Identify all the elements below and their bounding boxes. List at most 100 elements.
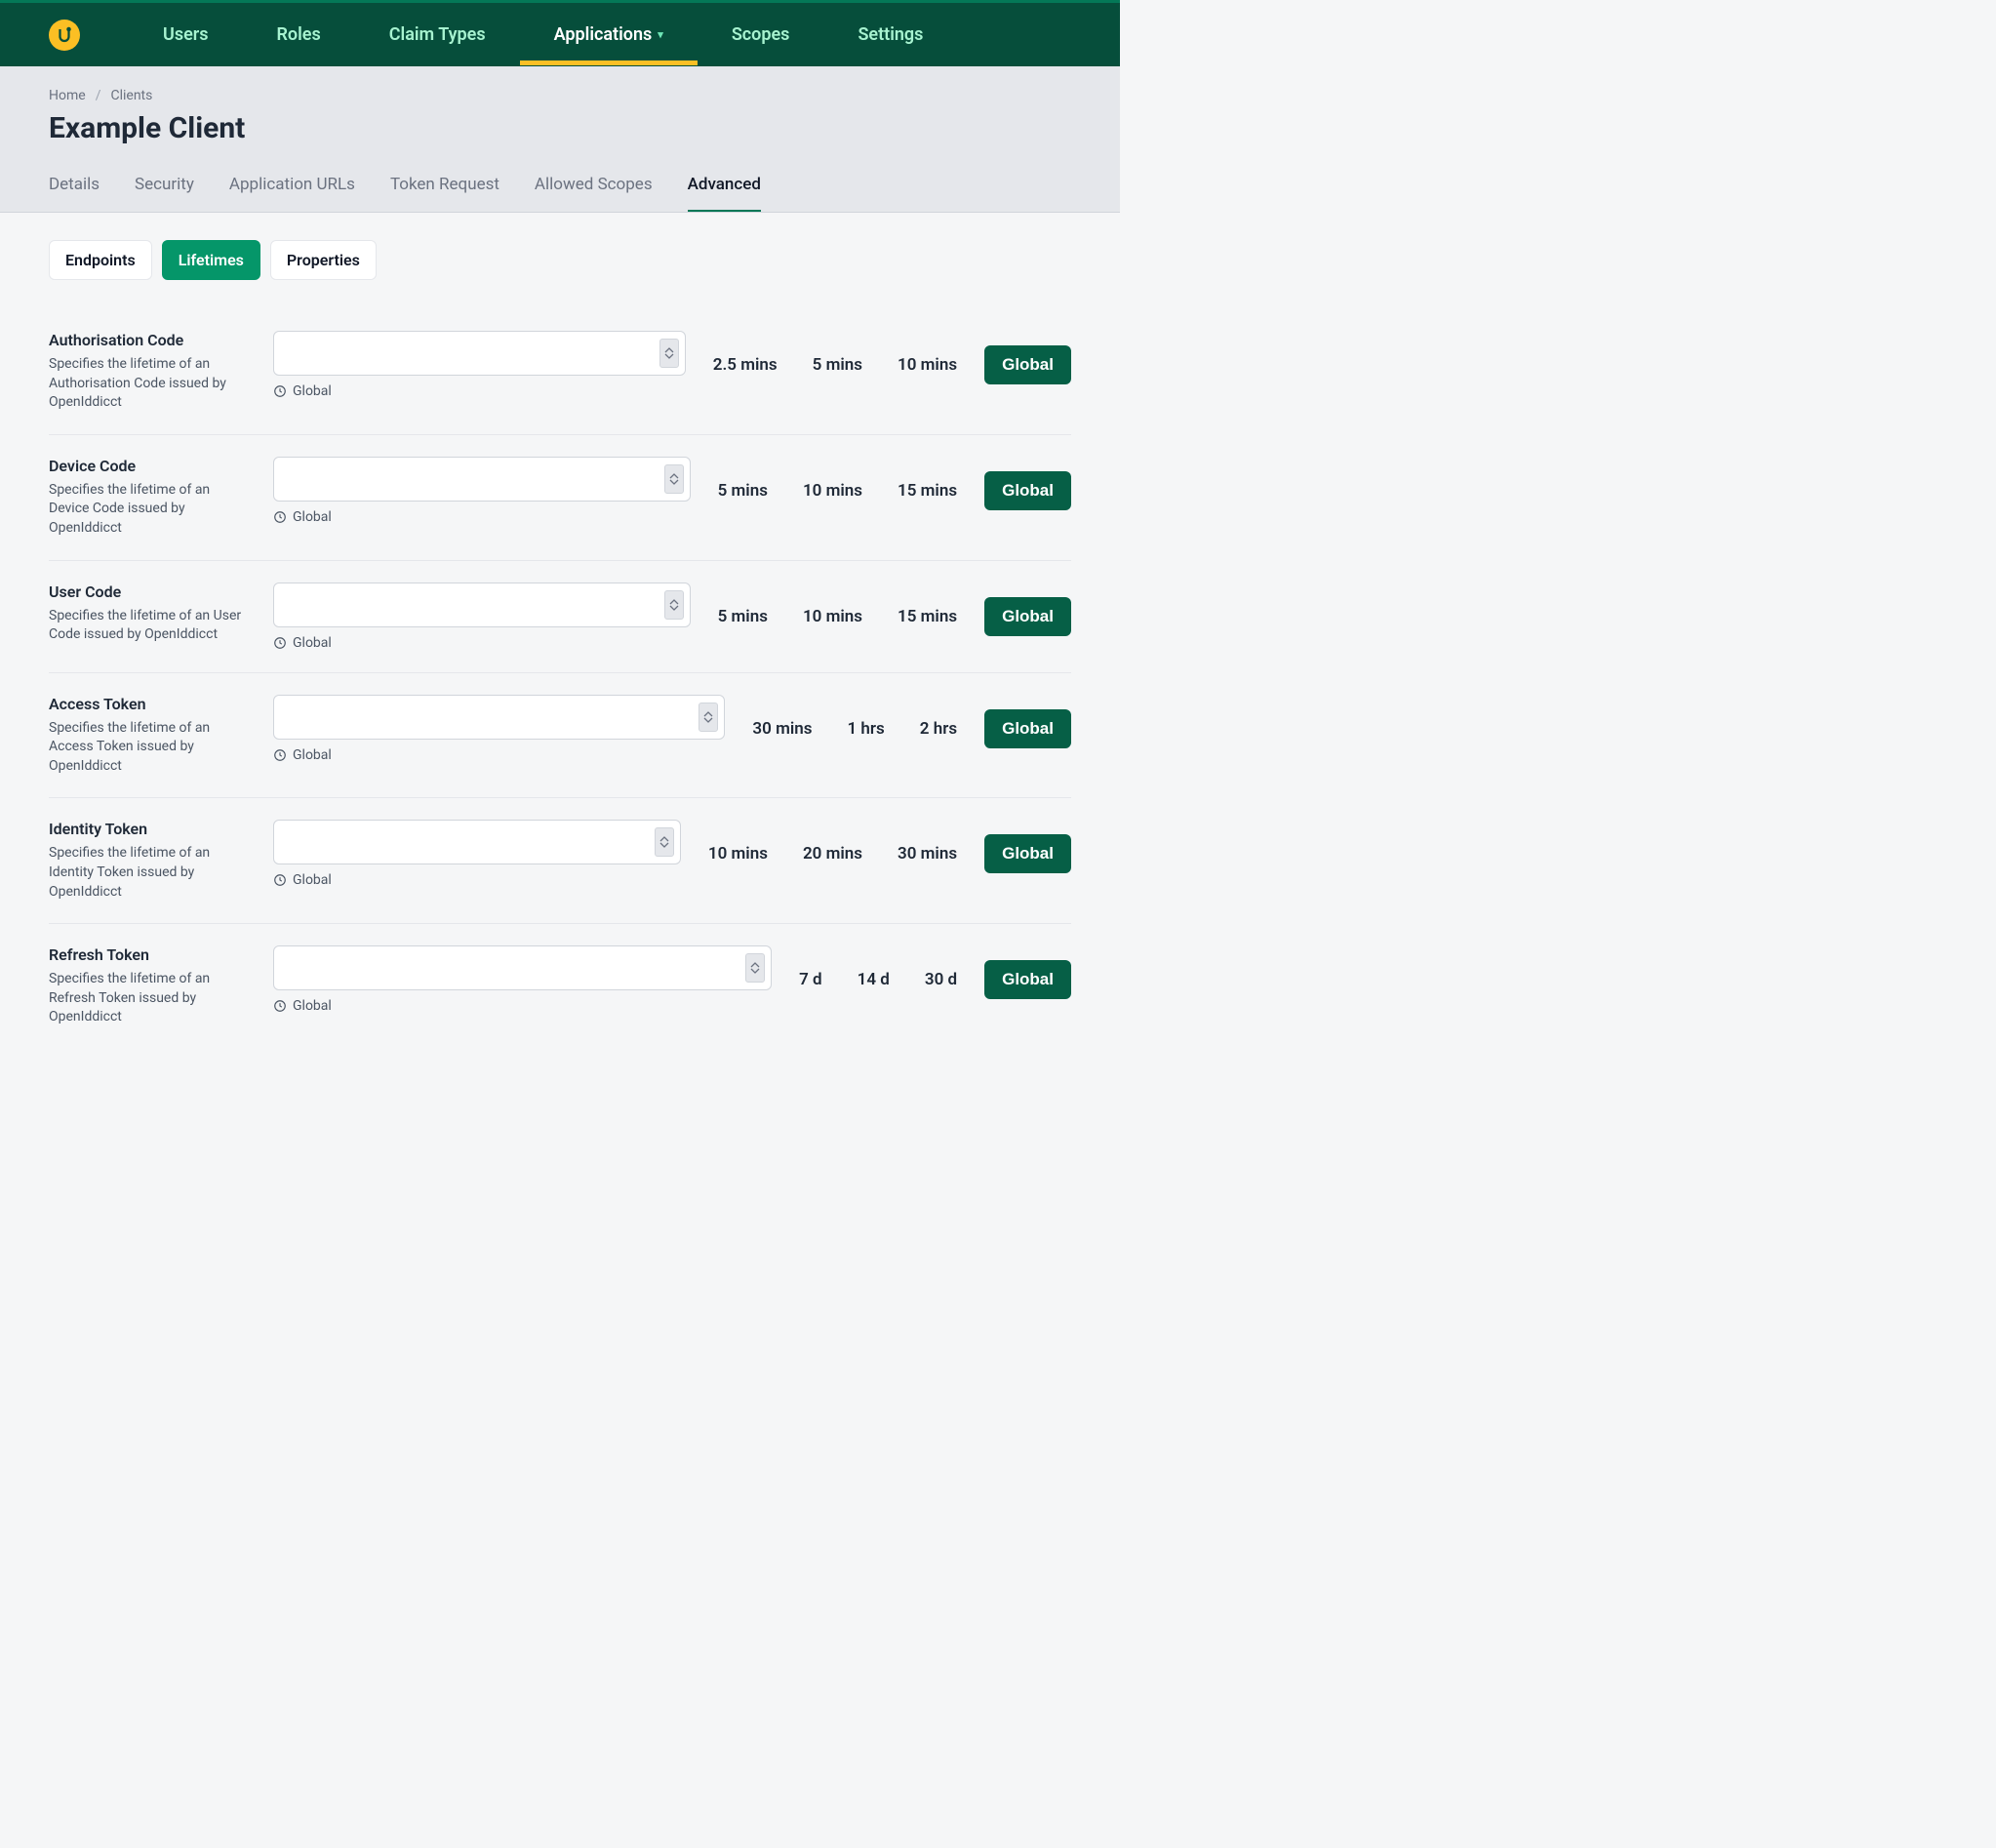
lifetime-input[interactable]: [273, 820, 681, 864]
app-logo[interactable]: [49, 20, 80, 51]
breadcrumb-clients[interactable]: Clients: [110, 88, 152, 103]
page-header: Home / Clients Example Client Details Se…: [0, 66, 1120, 213]
lifetime-row: Identity Token Specifies the lifetime of…: [49, 798, 1071, 924]
row-label: User Code Specifies the lifetime of an U…: [49, 583, 273, 645]
preset-option[interactable]: 10 mins: [795, 607, 870, 626]
preset-option[interactable]: 5 mins: [805, 355, 870, 375]
input-hint: Global: [273, 509, 691, 525]
global-button[interactable]: Global: [984, 471, 1071, 510]
logo-icon: [56, 26, 73, 44]
lifetime-input[interactable]: [273, 331, 686, 376]
lifetime-input[interactable]: [273, 695, 725, 740]
content-area: Endpoints Lifetimes Properties Authorisa…: [0, 213, 1120, 1088]
main-navbar: Users Roles Claim Types Applications ▾ S…: [0, 3, 1120, 66]
preset-option[interactable]: 5 mins: [710, 607, 776, 626]
preset-option[interactable]: 15 mins: [890, 607, 965, 626]
nav-applications[interactable]: Applications ▾: [520, 4, 698, 65]
global-button[interactable]: Global: [984, 345, 1071, 384]
preset-option[interactable]: 2 hrs: [912, 719, 965, 739]
hint-text: Global: [293, 998, 332, 1014]
input-wrap: Global: [273, 457, 691, 525]
input-wrap: Global: [273, 820, 681, 888]
row-label: Refresh Token Specifies the lifetime of …: [49, 945, 273, 1027]
row-description: Specifies the lifetime of an Authorisati…: [49, 355, 254, 413]
preset-option[interactable]: 20 mins: [795, 844, 870, 864]
input-hint: Global: [273, 998, 772, 1014]
breadcrumb-home[interactable]: Home: [49, 88, 86, 103]
preset-option[interactable]: 10 mins: [795, 481, 870, 501]
input-hint: Global: [273, 747, 725, 763]
subtab-strip: Endpoints Lifetimes Properties: [49, 240, 1071, 280]
preset-option[interactable]: 30 mins: [890, 844, 965, 864]
row-description: Specifies the lifetime of an Access Toke…: [49, 719, 254, 777]
row-title: User Code: [49, 583, 254, 601]
global-button[interactable]: Global: [984, 709, 1071, 748]
row-title: Authorisation Code: [49, 331, 254, 349]
global-button[interactable]: Global: [984, 960, 1071, 999]
subtab-lifetimes[interactable]: Lifetimes: [162, 240, 260, 280]
preset-option[interactable]: 30 mins: [744, 719, 819, 739]
lifetime-row: Access Token Specifies the lifetime of a…: [49, 673, 1071, 799]
preset-option[interactable]: 10 mins: [890, 355, 965, 375]
lifetime-row: Refresh Token Specifies the lifetime of …: [49, 924, 1071, 1049]
preset-option[interactable]: 30 d: [917, 970, 965, 989]
input-hint: Global: [273, 872, 681, 888]
row-controls: Global 2.5 mins 5 mins 10 mins Global: [273, 331, 1071, 399]
subtab-endpoints[interactable]: Endpoints: [49, 240, 152, 280]
preset-option[interactable]: 2.5 mins: [705, 355, 785, 375]
number-stepper[interactable]: [664, 464, 684, 494]
tab-token-request[interactable]: Token Request: [390, 175, 499, 212]
tab-allowed-scopes[interactable]: Allowed Scopes: [535, 175, 653, 212]
row-description: Specifies the lifetime of an Refresh Tok…: [49, 970, 254, 1027]
number-stepper[interactable]: [664, 590, 684, 620]
number-stepper[interactable]: [659, 339, 679, 368]
preset-option[interactable]: 5 mins: [710, 481, 776, 501]
number-stepper[interactable]: [745, 953, 765, 983]
number-stepper[interactable]: [655, 827, 674, 857]
nav-items: Users Roles Claim Types Applications ▾ S…: [129, 4, 957, 65]
input-wrap: Global: [273, 695, 725, 763]
clock-icon: [273, 873, 287, 887]
lifetime-input[interactable]: [273, 945, 772, 990]
row-label: Identity Token Specifies the lifetime of…: [49, 820, 273, 902]
row-title: Device Code: [49, 457, 254, 475]
nav-roles[interactable]: Roles: [243, 4, 355, 65]
tab-security[interactable]: Security: [135, 175, 194, 212]
row-label: Authorisation Code Specifies the lifetim…: [49, 331, 273, 413]
preset-option[interactable]: 1 hrs: [840, 719, 893, 739]
breadcrumb-separator: /: [96, 88, 101, 103]
row-title: Access Token: [49, 695, 254, 713]
row-description: Specifies the lifetime of an Identity To…: [49, 844, 254, 902]
row-description: Specifies the lifetime of an Device Code…: [49, 481, 254, 539]
stepper-down-icon: [750, 968, 760, 974]
row-controls: Global 30 mins 1 hrs 2 hrs Global: [273, 695, 1071, 763]
nav-settings[interactable]: Settings: [823, 4, 957, 65]
preset-option[interactable]: 15 mins: [890, 481, 965, 501]
subtab-properties[interactable]: Properties: [270, 240, 377, 280]
tab-advanced[interactable]: Advanced: [688, 175, 761, 212]
clock-icon: [273, 748, 287, 762]
global-button[interactable]: Global: [984, 834, 1071, 873]
preset-option[interactable]: 14 d: [850, 970, 898, 989]
global-button[interactable]: Global: [984, 597, 1071, 636]
lifetime-row: Device Code Specifies the lifetime of an…: [49, 435, 1071, 561]
nav-claim-types[interactable]: Claim Types: [355, 4, 520, 65]
number-stepper[interactable]: [699, 703, 718, 732]
lifetime-input[interactable]: [273, 583, 691, 627]
row-title: Refresh Token: [49, 945, 254, 964]
row-controls: Global 5 mins 10 mins 15 mins Global: [273, 457, 1071, 525]
tab-application-urls[interactable]: Application URLs: [229, 175, 355, 212]
nav-users[interactable]: Users: [129, 4, 243, 65]
hint-text: Global: [293, 635, 332, 651]
stepper-down-icon: [664, 353, 674, 359]
preset-option[interactable]: 7 d: [791, 970, 830, 989]
hint-text: Global: [293, 872, 332, 888]
row-controls: Global 5 mins 10 mins 15 mins Global: [273, 583, 1071, 651]
row-description: Specifies the lifetime of an User Code i…: [49, 607, 254, 645]
preset-option[interactable]: 10 mins: [700, 844, 776, 864]
tab-details[interactable]: Details: [49, 175, 100, 212]
nav-scopes[interactable]: Scopes: [698, 4, 824, 65]
lifetime-input[interactable]: [273, 457, 691, 502]
row-controls: Global 10 mins 20 mins 30 mins Global: [273, 820, 1071, 888]
clock-icon: [273, 636, 287, 650]
